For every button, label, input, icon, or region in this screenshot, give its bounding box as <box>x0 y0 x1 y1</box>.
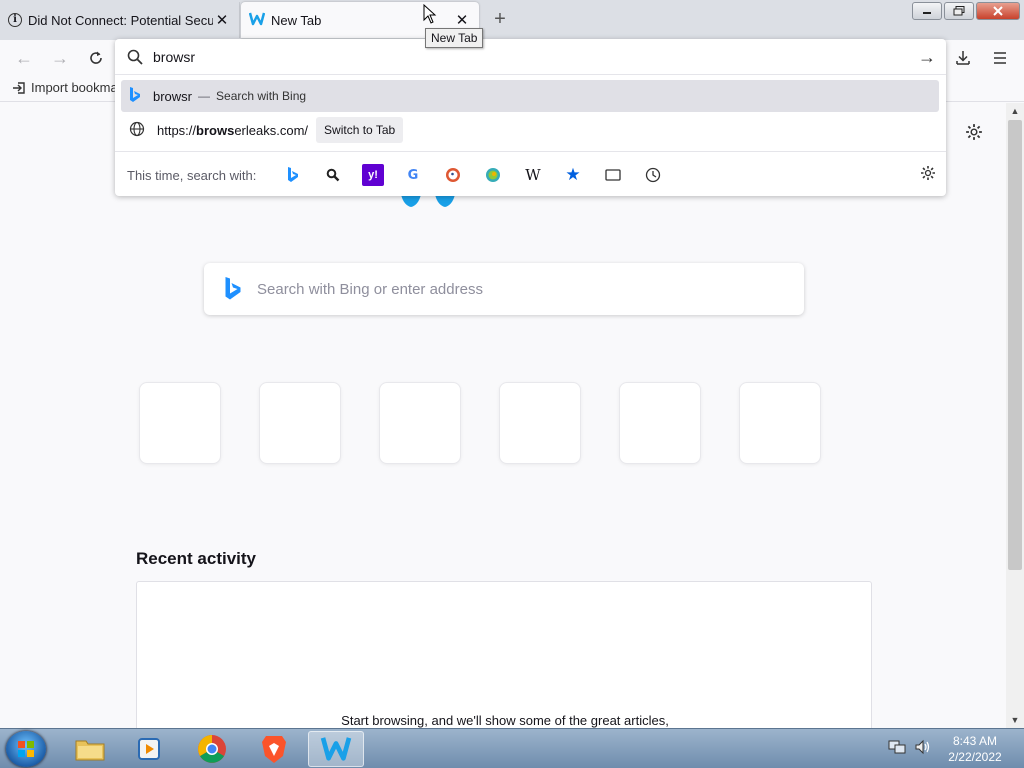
result-action: Search with Bing <box>216 89 307 103</box>
url-match: brows <box>196 122 235 138</box>
recent-empty-message: Start browsing, and we'll show some of t… <box>341 713 669 728</box>
urlbar-popup: browsr → browsr — Search with Bing https… <box>115 39 946 196</box>
scroll-down-arrow-icon[interactable]: ▼ <box>1006 712 1024 728</box>
downloads-button[interactable] <box>950 46 976 70</box>
yahoo-engine-icon[interactable]: y! <box>362 164 384 186</box>
import-bookmarks-label: Import bookma <box>31 80 118 95</box>
folder-icon <box>75 740 105 761</box>
one-off-label: This time, search with: <box>127 168 257 183</box>
browser-logo-icon <box>248 12 266 29</box>
url-prefix: https:// <box>157 122 197 138</box>
search-placeholder: Search with Bing or enter address <box>257 281 483 298</box>
close-icon[interactable]: ✕ <box>213 11 231 29</box>
bing-icon <box>129 86 141 106</box>
top-site-tile[interactable] <box>499 382 581 464</box>
taskbar-explorer[interactable] <box>62 731 118 767</box>
top-site-tile[interactable] <box>739 382 821 464</box>
top-site-tile[interactable] <box>259 382 341 464</box>
recent-activity-panel: Start browsing, and we'll show some of t… <box>136 581 872 728</box>
page-settings-gear-icon[interactable] <box>965 123 983 144</box>
globe-icon <box>129 121 145 140</box>
scroll-up-arrow-icon[interactable]: ▲ <box>1006 103 1024 119</box>
taskbar-chrome[interactable] <box>184 731 240 767</box>
url-rest: erleaks.com/ <box>234 122 309 138</box>
url-input[interactable]: browsr <box>153 49 195 65</box>
network-icon[interactable] <box>888 739 906 758</box>
result-search-bing[interactable]: browsr — Search with Bing <box>121 80 939 112</box>
result-open-tab[interactable]: https://browserleaks.com/ Switch to Tab <box>121 114 939 146</box>
forward-button[interactable]: → <box>47 46 73 70</box>
chrome-icon <box>198 735 226 763</box>
reload-button[interactable] <box>83 46 109 70</box>
clock[interactable]: 8:43 AM 2/22/2022 <box>940 733 1010 765</box>
maximize-button[interactable] <box>944 2 974 20</box>
vertical-scrollbar[interactable]: ▲ ▼ <box>1006 103 1024 728</box>
mouse-cursor-icon <box>423 4 437 24</box>
top-site-tile[interactable] <box>139 382 221 464</box>
volume-icon[interactable] <box>914 739 932 758</box>
bookmarks-star-icon[interactable]: ★ <box>562 164 584 186</box>
recent-activity-heading: Recent activity <box>136 549 256 568</box>
taskbar-brave[interactable] <box>246 731 302 767</box>
top-site-tile[interactable] <box>619 382 701 464</box>
bing-engine-icon[interactable] <box>282 164 304 186</box>
close-window-button[interactable] <box>976 2 1020 20</box>
hamburger-icon <box>994 52 1006 64</box>
bing-icon <box>224 277 242 304</box>
window-controls <box>912 2 1020 20</box>
search-icon <box>127 49 143 65</box>
scroll-thumb[interactable] <box>1008 120 1022 570</box>
taskbar: 8:43 AM 2/22/2022 <box>0 728 1024 768</box>
result-separator: — <box>198 89 211 103</box>
taskbar-browser-active[interactable] <box>308 731 364 767</box>
taskbar-media-player[interactable] <box>122 731 178 767</box>
start-button[interactable] <box>6 731 46 767</box>
brave-lion-icon <box>262 736 286 763</box>
tab-security-warning[interactable]: i Did Not Connect: Potential Security Is… <box>0 2 240 38</box>
one-off-search-bar: This time, search with: y! G W ★ <box>115 151 946 196</box>
new-tab-button[interactable]: + <box>486 8 514 32</box>
google-engine-icon[interactable]: G <box>402 164 424 186</box>
tab-strip: i Did Not Connect: Potential Security Is… <box>0 0 1024 40</box>
urlbar-input-row[interactable]: browsr → <box>115 39 946 75</box>
browser-logo-icon <box>320 737 352 761</box>
clock-time: 8:43 AM <box>952 734 998 748</box>
tooltip: New Tab <box>425 28 484 48</box>
close-icon[interactable]: ✕ <box>453 11 471 29</box>
result-url: https://browserleaks.com/ <box>157 123 308 138</box>
switch-to-tab-button[interactable]: Switch to Tab <box>316 117 404 143</box>
clock-date: 2/22/2022 <box>948 750 1002 764</box>
info-icon: i <box>8 13 22 27</box>
media-player-icon <box>138 738 160 760</box>
top-site-tile[interactable] <box>379 382 461 464</box>
ecosia-engine-icon[interactable] <box>482 164 504 186</box>
import-icon <box>13 81 25 94</box>
tab-title: Did Not Connect: Potential Security Issu… <box>28 12 213 28</box>
system-tray <box>888 739 932 758</box>
download-icon <box>956 51 970 65</box>
minimize-button[interactable] <box>912 2 942 20</box>
new-tab-page: Search with Bing or enter address Recent… <box>0 103 1006 728</box>
menu-button[interactable] <box>987 46 1013 70</box>
go-arrow-icon[interactable]: → <box>918 47 936 68</box>
search-tool-engine-icon[interactable] <box>322 164 344 186</box>
windows-logo-icon <box>18 741 34 757</box>
back-button[interactable]: ← <box>11 46 37 70</box>
search-settings-gear-icon[interactable] <box>920 165 936 184</box>
duckduckgo-engine-icon[interactable] <box>442 164 464 186</box>
history-clock-icon[interactable] <box>642 164 664 186</box>
reload-icon <box>90 51 102 64</box>
wikipedia-engine-icon[interactable]: W <box>522 164 544 186</box>
page-search-box[interactable]: Search with Bing or enter address <box>204 263 804 315</box>
import-bookmarks-button[interactable]: Import bookma <box>12 80 118 95</box>
tabs-icon[interactable] <box>602 164 624 186</box>
result-text: browsr <box>153 88 193 104</box>
